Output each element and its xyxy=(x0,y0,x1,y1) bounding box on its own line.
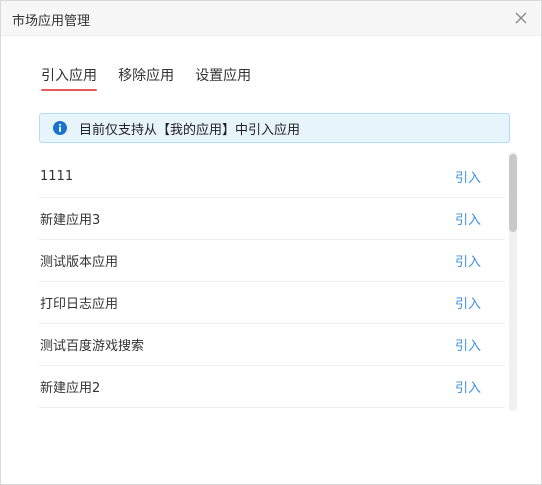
tab-bar: 引入应用 移除应用 设置应用 xyxy=(41,65,267,91)
app-name: 打印日志应用 xyxy=(40,297,119,312)
app-name: 1111 xyxy=(40,169,74,184)
app-list: 1111 引入 新建应用3 引入 测试版本应用 引入 打印日志应用 引入 测试百… xyxy=(39,156,505,410)
info-icon xyxy=(53,121,67,135)
tab-settings-app[interactable]: 设置应用 xyxy=(195,65,251,91)
import-link[interactable]: 引入 xyxy=(455,377,481,396)
notice-text: 目前仅支持从【我的应用】中引入应用 xyxy=(79,122,301,138)
import-link[interactable]: 引入 xyxy=(455,209,481,228)
app-name: 新建应用2 xyxy=(40,381,101,396)
market-app-dialog: 市场应用管理 引入应用 移除应用 设置应用 目前仅支持从【我的应用】中引入应用 … xyxy=(0,0,542,485)
list-item: 打印日志应用 引入 xyxy=(39,282,505,324)
app-name: 测试百度游戏搜索 xyxy=(40,339,145,354)
list-item: 1111 引入 xyxy=(39,156,505,198)
tab-import-app[interactable]: 引入应用 xyxy=(41,65,97,91)
app-name: 新建应用3 xyxy=(40,213,101,228)
list-item: 测试版本应用 引入 xyxy=(39,240,505,282)
dialog-title: 市场应用管理 xyxy=(12,14,91,29)
dialog-header: 市场应用管理 xyxy=(1,1,541,36)
list-item: 新建应用3 引入 xyxy=(39,198,505,240)
tab-remove-app[interactable]: 移除应用 xyxy=(118,65,174,91)
app-name: 测试版本应用 xyxy=(40,255,119,270)
info-notice: 目前仅支持从【我的应用】中引入应用 xyxy=(39,113,510,143)
list-item: 测试百度游戏搜索 引入 xyxy=(39,324,505,366)
import-link[interactable]: 引入 xyxy=(455,335,481,354)
import-link[interactable]: 引入 xyxy=(455,293,481,312)
import-link[interactable]: 引入 xyxy=(455,167,481,186)
close-icon[interactable] xyxy=(513,10,529,26)
list-scrollbar[interactable] xyxy=(509,152,517,411)
import-link[interactable]: 引入 xyxy=(455,251,481,270)
list-item: 新建应用2 引入 xyxy=(39,366,505,408)
scrollbar-thumb[interactable] xyxy=(509,154,517,232)
